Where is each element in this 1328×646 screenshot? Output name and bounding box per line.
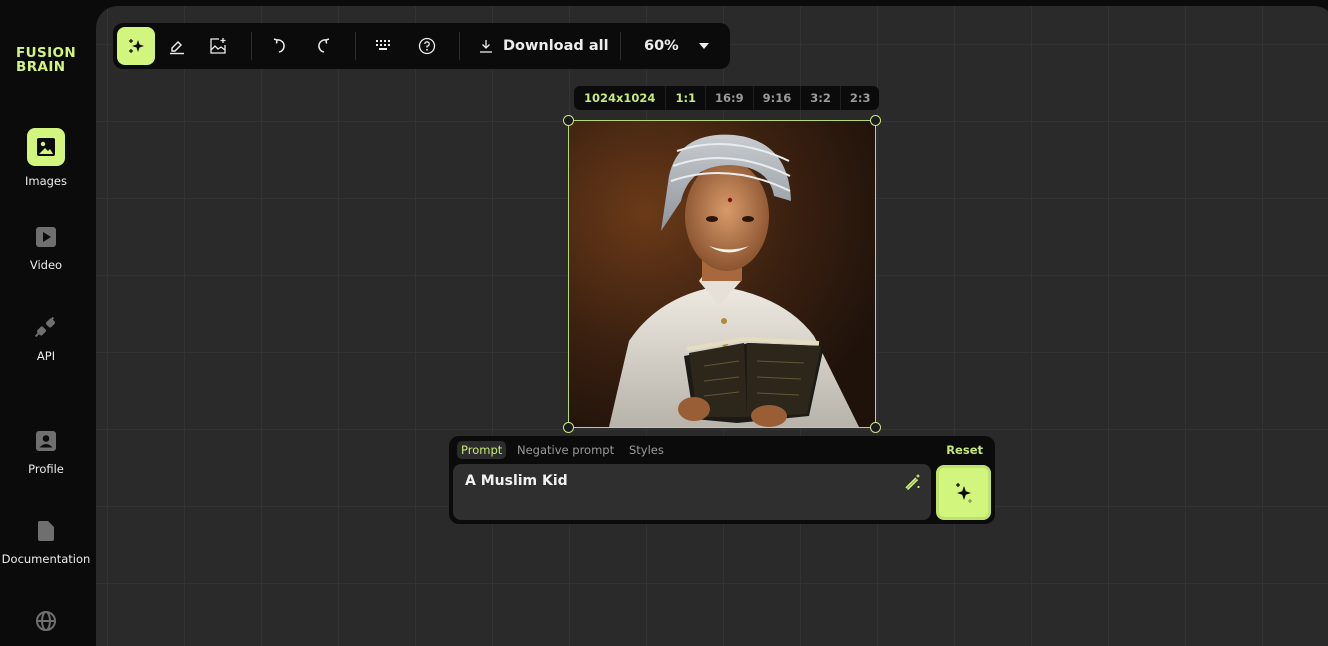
download-icon (480, 40, 492, 53)
undo-icon (273, 38, 285, 53)
sidebar-item-api[interactable]: API (0, 315, 92, 363)
generated-image-frame[interactable] (563, 115, 881, 433)
ratio-option-9-16[interactable]: 9:16 (754, 86, 802, 110)
sidebar-item-profile[interactable]: Profile (0, 430, 92, 476)
eraser-tool-button[interactable] (158, 27, 196, 65)
sidebar-item-label: Images (24, 174, 67, 188)
sidebar-item-documentation[interactable]: Documentation (0, 520, 92, 566)
ratio-option-16-9[interactable]: 16:9 (706, 86, 754, 110)
undo-button[interactable] (261, 27, 299, 65)
redo-button[interactable] (304, 27, 342, 65)
tab-styles[interactable]: Styles (625, 441, 668, 459)
resize-handle-bottom-left[interactable] (563, 422, 574, 433)
chevron-down-icon[interactable] (699, 42, 709, 50)
toolbar-divider (620, 32, 621, 60)
toolbar: Download all 60% (113, 23, 730, 69)
sidebar-item-images[interactable]: Images (0, 128, 92, 188)
keyboard-shortcuts-button[interactable] (365, 27, 403, 65)
image-size-label: 1024x1024 (574, 86, 667, 110)
toolbar-divider (355, 32, 356, 60)
tab-prompt[interactable]: Prompt (457, 441, 507, 459)
reset-button[interactable]: Reset (946, 441, 983, 459)
document-icon (37, 521, 54, 541)
prompt-input[interactable]: A Muslim Kid (453, 464, 931, 520)
help-icon (418, 37, 436, 55)
logo-line-1: FUSION (16, 45, 77, 61)
logo-line-2: BRAIN (16, 59, 66, 75)
sidebar-item-label: Video (29, 258, 63, 272)
generate-tool-button[interactable] (117, 27, 155, 65)
generated-image (569, 121, 875, 427)
tab-negative-prompt[interactable]: Negative prompt (513, 441, 618, 459)
eraser-icon (170, 41, 184, 55)
logo[interactable]: FUSION BRAIN (16, 46, 76, 74)
resize-handle-top-left[interactable] (563, 115, 574, 126)
toolbar-divider (251, 32, 252, 60)
plug-icon (34, 316, 55, 338)
aspect-ratio-bar: 1024x1024 1:1 16:9 9:16 3:2 2:3 (574, 86, 880, 110)
toolbar-divider (459, 32, 460, 60)
help-button[interactable] (408, 27, 446, 65)
sidebar: FUSION BRAIN Images Video API Profile Do… (0, 0, 96, 640)
keyboard-icon (376, 40, 390, 50)
redo-icon (318, 38, 330, 53)
profile-icon (36, 431, 56, 451)
sidebar-item-label: Profile (28, 462, 64, 476)
resize-handle-bottom-right[interactable] (870, 422, 881, 433)
prompt-text: A Muslim Kid (465, 473, 568, 489)
magic-wand-icon[interactable] (903, 473, 921, 491)
add-image-tool-button[interactable] (199, 27, 237, 65)
ratio-option-1-1[interactable]: 1:1 (666, 86, 707, 110)
prompt-panel: Prompt Negative prompt Styles Reset A Mu… (449, 436, 995, 524)
ratio-option-3-2[interactable]: 3:2 (801, 86, 841, 110)
download-all-button[interactable]: Download all (479, 23, 609, 69)
generate-button[interactable] (936, 465, 991, 520)
sparkle-icon (955, 482, 972, 503)
sidebar-item-label: API (36, 349, 56, 363)
image-icon (27, 128, 65, 166)
globe-icon (36, 611, 56, 631)
resize-handle-top-right[interactable] (870, 115, 881, 126)
sidebar-item-language[interactable] (0, 610, 92, 632)
sparkle-icon (129, 39, 144, 53)
ratio-option-2-3[interactable]: 2:3 (841, 86, 880, 110)
add-image-icon (210, 38, 226, 54)
download-all-label: Download all (503, 38, 609, 54)
sidebar-item-label: Documentation (1, 552, 91, 566)
play-icon (36, 227, 56, 247)
zoom-level: 60% (644, 38, 679, 54)
sidebar-item-video[interactable]: Video (0, 226, 92, 272)
